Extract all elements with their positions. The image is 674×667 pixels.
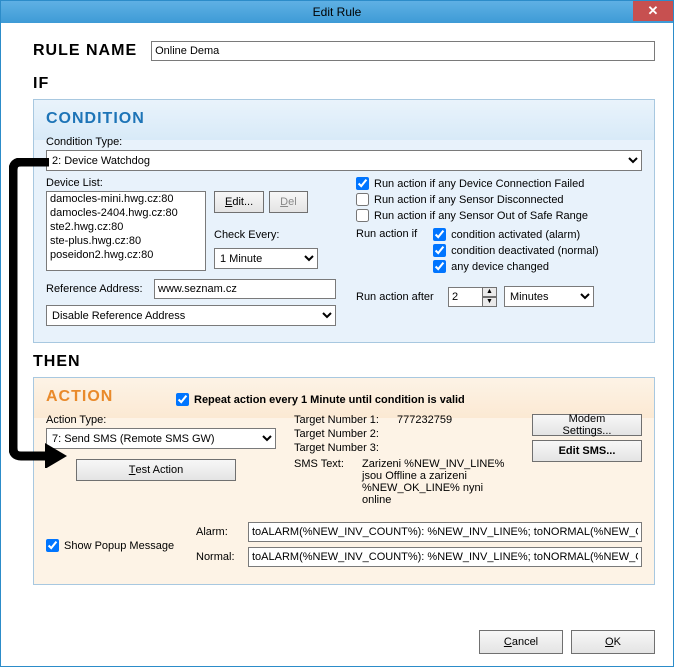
- action-type-label: Action Type:: [46, 414, 276, 426]
- repeat-action-checkbox[interactable]: Repeat action every 1 Minute until condi…: [176, 393, 465, 406]
- list-item[interactable]: ste-plus.hwg.cz:80: [47, 234, 205, 248]
- ok-button[interactable]: OK: [571, 630, 655, 654]
- device-list[interactable]: damocles-mini.hwg.cz:80 damocles-2404.hw…: [46, 191, 206, 271]
- ref-address-mode-select[interactable]: Disable Reference Address: [46, 305, 336, 326]
- alarm-input[interactable]: [248, 522, 642, 542]
- ref-address-label: Reference Address:: [46, 283, 148, 295]
- edit-rule-window: Edit Rule ✕ RULE NAME IF CONDITION Condi…: [0, 0, 674, 667]
- run-after-unit-select[interactable]: Minutes: [504, 286, 594, 307]
- edit-sms-button[interactable]: Edit SMS...: [532, 440, 642, 462]
- titlebar: Edit Rule ✕: [1, 1, 673, 23]
- then-label: THEN: [33, 353, 655, 371]
- run-if-changed[interactable]: any device changed: [433, 260, 598, 273]
- run-after-value[interactable]: ▲▼: [448, 287, 498, 307]
- edit-device-button[interactable]: Edit...: [214, 191, 264, 213]
- opt-sensor-range[interactable]: Run action if any Sensor Out of Safe Ran…: [356, 209, 642, 222]
- modem-settings-button[interactable]: Modem Settings...: [532, 414, 642, 436]
- target2-label: Target Number 2:: [294, 428, 389, 440]
- run-after-label: Run action after: [356, 291, 442, 303]
- ref-address-input[interactable]: [154, 279, 336, 299]
- opt-conn-failed[interactable]: Run action if any Device Connection Fail…: [356, 177, 642, 190]
- action-heading: ACTION: [46, 388, 176, 406]
- list-item[interactable]: damocles-mini.hwg.cz:80: [47, 192, 205, 206]
- spin-up-icon[interactable]: ▲: [482, 287, 497, 297]
- condition-type-label: Condition Type:: [46, 136, 642, 148]
- check-every-select[interactable]: 1 Minute: [214, 248, 318, 269]
- if-label: IF: [33, 75, 655, 93]
- normal-label: Normal:: [196, 551, 242, 563]
- window-title: Edit Rule: [313, 5, 362, 19]
- action-type-select[interactable]: 7: Send SMS (Remote SMS GW): [46, 428, 276, 449]
- opt-sensor-disc[interactable]: Run action if any Sensor Disconnected: [356, 193, 642, 206]
- close-button[interactable]: ✕: [633, 1, 673, 21]
- target1-value: 777232759: [397, 414, 452, 426]
- rule-name-label: RULE NAME: [33, 42, 137, 60]
- list-item[interactable]: poseidon2.hwg.cz:80: [47, 248, 205, 262]
- device-list-label: Device List:: [46, 177, 336, 189]
- rule-name-input[interactable]: [151, 41, 655, 61]
- run-if-normal[interactable]: condition deactivated (normal): [433, 244, 598, 257]
- run-if-label: Run action if: [356, 228, 417, 276]
- delete-device-button[interactable]: Del: [269, 191, 308, 213]
- condition-heading: CONDITION: [46, 110, 642, 128]
- spin-down-icon[interactable]: ▼: [482, 297, 497, 307]
- action-panel: ACTION Repeat action every 1 Minute unti…: [33, 377, 655, 585]
- normal-input[interactable]: [248, 547, 642, 567]
- condition-type-select[interactable]: 2: Device Watchdog: [46, 150, 642, 171]
- sms-text-label: SMS Text:: [294, 458, 354, 506]
- sms-text-value: Zarizeni %NEW_INV_LINE% jsou Offline a z…: [362, 458, 514, 506]
- alarm-label: Alarm:: [196, 526, 242, 538]
- list-item[interactable]: damocles-2404.hwg.cz:80: [47, 206, 205, 220]
- cancel-button[interactable]: Cancel: [479, 630, 563, 654]
- check-every-label: Check Every:: [214, 229, 318, 241]
- test-action-button[interactable]: Test Action: [76, 459, 236, 481]
- target1-label: Target Number 1:: [294, 414, 389, 426]
- show-popup-checkbox[interactable]: Show Popup Message: [46, 539, 186, 552]
- condition-panel: CONDITION Condition Type: 2: Device Watc…: [33, 99, 655, 343]
- target3-label: Target Number 3:: [294, 442, 389, 454]
- list-item[interactable]: ste2.hwg.cz:80: [47, 220, 205, 234]
- run-if-alarm[interactable]: condition activated (alarm): [433, 228, 598, 241]
